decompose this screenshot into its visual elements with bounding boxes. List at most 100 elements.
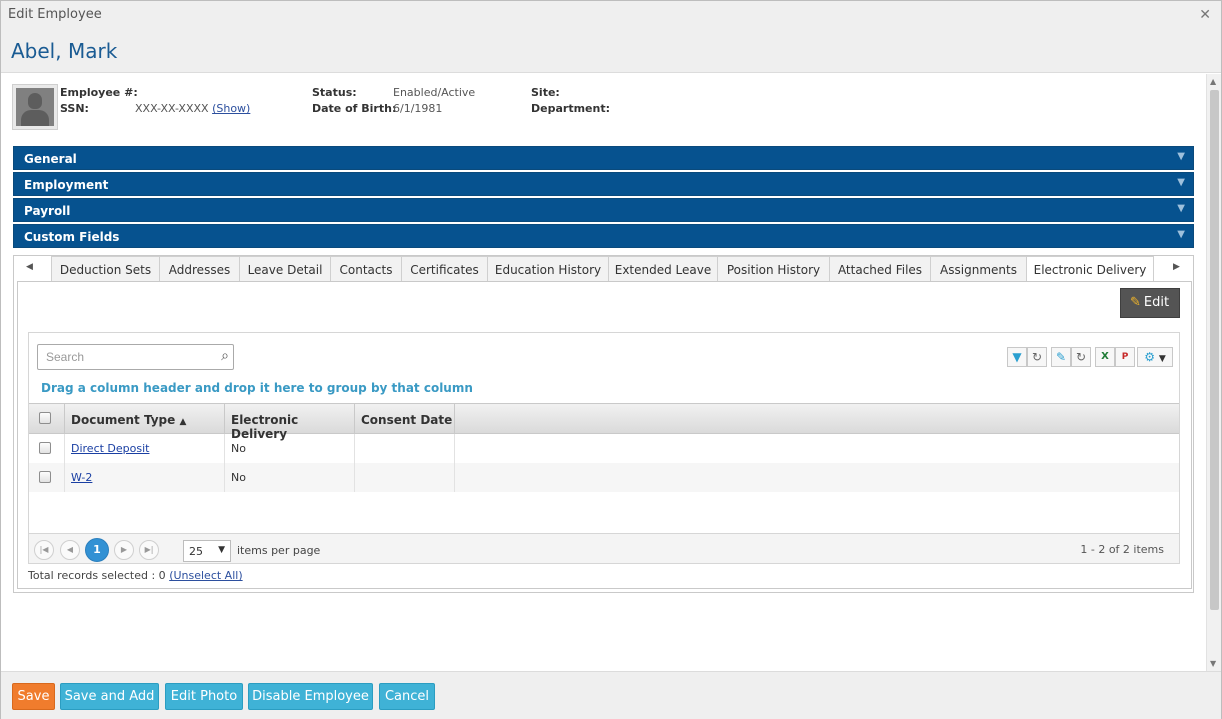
total-selected: Total records selected : 0 (Unselect All…	[28, 569, 243, 582]
table-row: Direct Deposit No	[29, 434, 1179, 463]
tab-position-history[interactable]: Position History	[717, 256, 830, 282]
last-page-icon[interactable]: ▶|	[139, 540, 159, 560]
column-label: Document Type	[71, 413, 176, 427]
sort-ascending-icon: ▲	[179, 417, 187, 427]
electronic-delivery-panel: ✎Edit ⌕ ▼ ↻ ✎ ↻ X P ⚙ ▼	[17, 281, 1192, 589]
chevron-down-icon: ▼	[218, 545, 225, 555]
status-value: Enabled/Active	[393, 86, 476, 99]
dob-label-wrap: Date of Birth:	[312, 102, 396, 115]
refresh-icon[interactable]: ↻	[1027, 347, 1047, 367]
column-header-document-type[interactable]: Document Type ▲	[65, 404, 225, 434]
section-general[interactable]: General ▼	[13, 146, 1194, 170]
scroll-down-icon[interactable]: ▼	[1210, 659, 1216, 668]
department-field: Department:	[531, 102, 610, 115]
section-label: General	[24, 152, 77, 166]
column-header-consent-date[interactable]: Consent Date	[355, 404, 455, 434]
electronic-delivery-grid: ⌕ ▼ ↻ ✎ ↻ X P ⚙ ▼ Drag a column header a…	[28, 332, 1180, 564]
electronic-delivery-cell: No	[225, 434, 355, 463]
document-type-cell: W-2	[65, 463, 225, 492]
current-page-button[interactable]: 1	[85, 538, 109, 562]
edit-button[interactable]: ✎ Edit	[1120, 288, 1180, 318]
page-size-value: 25	[189, 545, 203, 558]
section-employment[interactable]: Employment ▼	[13, 172, 1194, 196]
select-all-checkbox[interactable]	[39, 412, 51, 424]
tab-contacts[interactable]: Contacts	[330, 256, 402, 282]
search-icon[interactable]: ⌕	[221, 348, 229, 364]
section-label: Custom Fields	[24, 230, 120, 244]
dialog-footer: Save Save and Add Edit Photo Disable Emp…	[1, 671, 1221, 719]
edit-photo-button[interactable]: Edit Photo	[165, 683, 243, 710]
dob-label: Date of Birth:	[312, 102, 397, 115]
tab-certificates[interactable]: Certificates	[401, 256, 488, 282]
next-page-icon[interactable]: ▶	[114, 540, 134, 560]
ssn-label-wrap: SSN:	[60, 102, 89, 115]
document-type-link[interactable]: W-2	[71, 471, 92, 484]
filter-icon[interactable]: ▼	[1007, 347, 1027, 367]
document-type-cell: Direct Deposit	[65, 434, 225, 463]
ssn-label: SSN:	[60, 102, 89, 115]
tab-attached-files[interactable]: Attached Files	[829, 256, 931, 282]
employee-tabstrip: ◀ Deduction Sets Addresses Leave Detail …	[13, 255, 1194, 593]
ssn-field: XXX-XX-XXXX (Show)	[135, 102, 250, 115]
section-custom-fields[interactable]: Custom Fields ▼	[13, 224, 1194, 248]
page-size-select[interactable]: 25 ▼	[183, 540, 231, 562]
employee-photo	[12, 84, 58, 130]
save-and-add-button[interactable]: Save and Add	[60, 683, 159, 710]
disable-employee-button[interactable]: Disable Employee	[248, 683, 373, 710]
reset-icon[interactable]: ↻	[1071, 347, 1091, 367]
row-select-cell	[29, 434, 65, 463]
chevron-down-icon: ▼	[1177, 203, 1185, 214]
employee-number-label: Employee #:	[60, 86, 138, 99]
row-checkbox[interactable]	[39, 442, 51, 454]
previous-page-icon[interactable]: ◀	[60, 540, 80, 560]
row-select-cell	[29, 463, 65, 492]
dialog-header: Edit Employee ✕ Abel, Mark	[1, 1, 1221, 73]
vertical-scrollbar[interactable]: ▲ ▼	[1206, 74, 1221, 671]
section-payroll[interactable]: Payroll ▼	[13, 198, 1194, 222]
wrench-icon[interactable]: ✎	[1051, 347, 1071, 367]
grid-pager: |◀ ◀ 1 ▶ ▶| 25 ▼ items per page 1 - 2 of…	[29, 533, 1179, 563]
tab-assignments[interactable]: Assignments	[930, 256, 1027, 282]
chevron-down-icon: ▼	[1177, 151, 1185, 162]
tab-leave-detail[interactable]: Leave Detail	[239, 256, 331, 282]
consent-date-cell	[355, 434, 455, 463]
employee-number-field: Employee #:	[60, 86, 138, 99]
status-label-wrap: Status:	[312, 86, 357, 99]
document-type-link[interactable]: Direct Deposit	[71, 442, 149, 455]
tab-electronic-delivery[interactable]: Electronic Delivery	[1026, 256, 1154, 283]
employee-name: Abel, Mark	[11, 39, 118, 63]
items-per-page-label: items per page	[237, 544, 321, 557]
save-button[interactable]: Save	[12, 683, 55, 710]
tab-scroll-left-icon[interactable]: ◀	[26, 262, 33, 272]
tab-extended-leave[interactable]: Extended Leave	[608, 256, 718, 282]
tab-scroll-right-icon[interactable]: ▶	[1173, 262, 1180, 272]
ssn-show-link[interactable]: (Show)	[212, 102, 250, 115]
scrollbar-thumb[interactable]	[1210, 90, 1219, 610]
first-page-icon[interactable]: |◀	[34, 540, 54, 560]
pencil-icon: ✎	[1130, 295, 1141, 310]
scroll-up-icon[interactable]: ▲	[1210, 77, 1216, 86]
close-icon[interactable]: ✕	[1199, 7, 1211, 23]
dob-value: 6/1/1981	[393, 102, 443, 115]
edit-employee-dialog: Edit Employee ✕ Abel, Mark Employee #: S…	[0, 0, 1222, 719]
table-row: W-2 No	[29, 463, 1179, 492]
electronic-delivery-cell: No	[225, 463, 355, 492]
dialog-body: Employee #: SSN: XXX-XX-XXXX (Show) Stat…	[1, 74, 1206, 671]
unselect-all-link[interactable]: (Unselect All)	[169, 569, 242, 582]
search-input[interactable]	[44, 348, 214, 366]
avatar-placeholder-icon	[16, 88, 54, 126]
grid-toolbar: ▼ ↻ ✎ ↻ X P ⚙ ▼	[1007, 347, 1173, 369]
total-selected-text: Total records selected : 0	[28, 569, 166, 582]
gear-icon[interactable]: ⚙ ▼	[1137, 347, 1173, 367]
tab-education-history[interactable]: Education History	[487, 256, 609, 282]
row-checkbox[interactable]	[39, 471, 51, 483]
column-header-electronic-delivery[interactable]: Electronic Delivery	[225, 404, 355, 441]
pdf-icon[interactable]: P	[1115, 347, 1135, 367]
cancel-button[interactable]: Cancel	[379, 683, 435, 710]
status-field: Enabled/Active	[393, 86, 475, 99]
excel-icon[interactable]: X	[1095, 347, 1115, 367]
ssn-value: XXX-XX-XXXX	[135, 102, 209, 115]
tab-deduction-sets[interactable]: Deduction Sets	[51, 256, 160, 282]
site-label: Site:	[531, 86, 560, 99]
tab-addresses[interactable]: Addresses	[159, 256, 240, 282]
